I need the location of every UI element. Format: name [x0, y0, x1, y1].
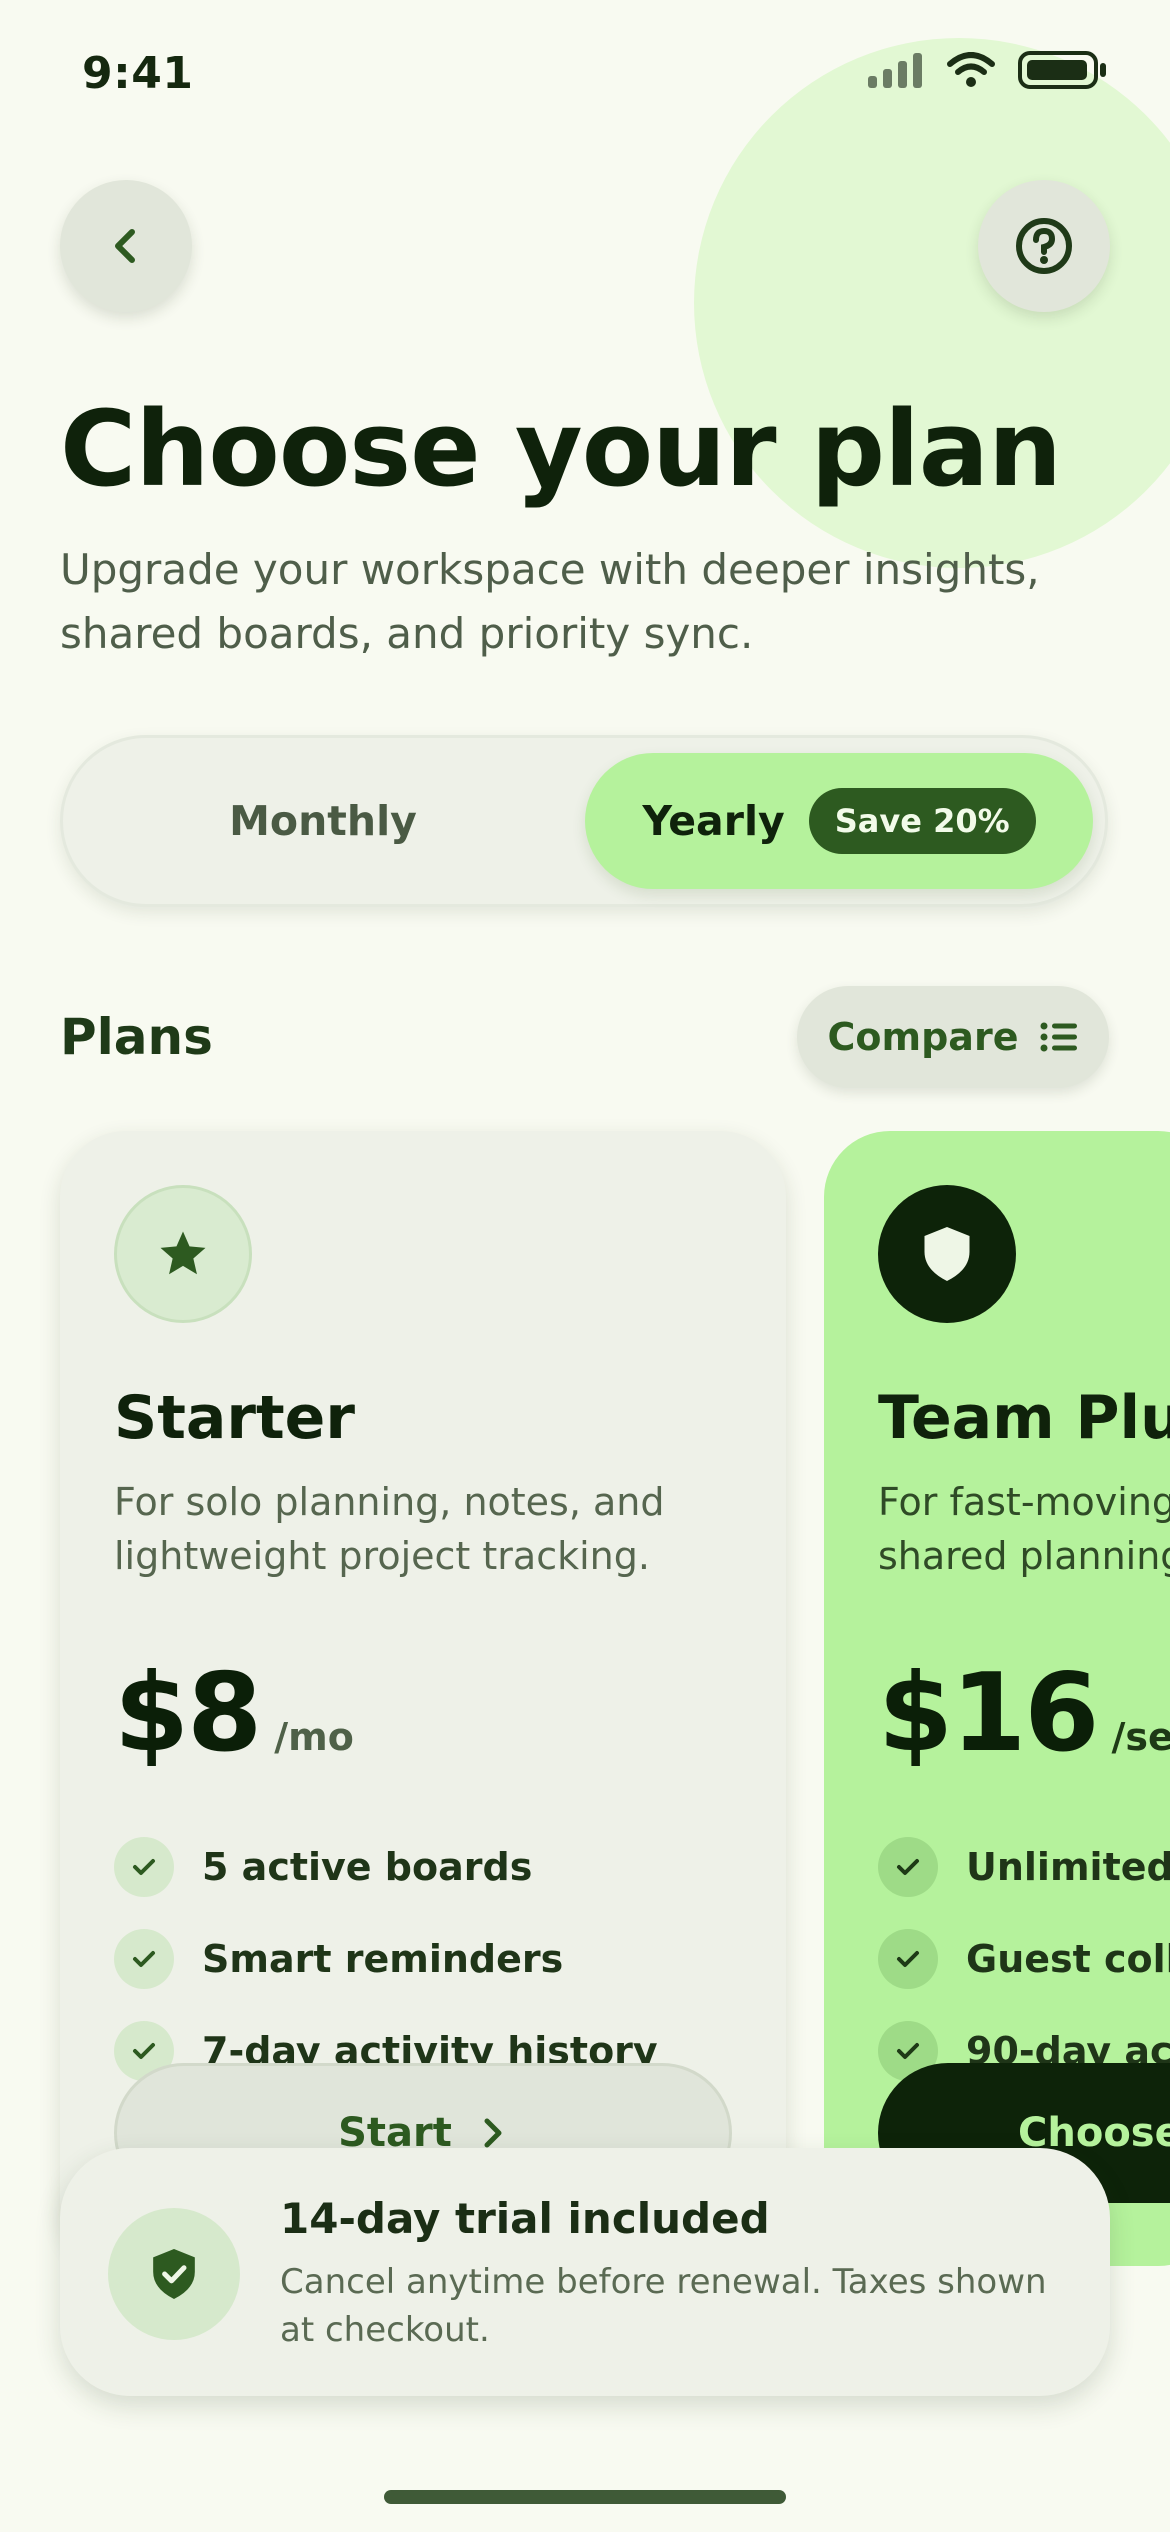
feature-text: 5 active boards — [202, 1845, 533, 1889]
page-title: Choose your plan — [60, 388, 1062, 510]
signal-icon — [868, 53, 922, 88]
plan-description-line: shared planning a — [878, 1534, 1170, 1578]
chevron-left-icon — [115, 229, 135, 263]
compare-button[interactable]: Compare — [797, 986, 1109, 1088]
plan-description-line: For fast-moving t — [878, 1480, 1170, 1524]
help-icon — [1016, 218, 1072, 274]
feature-item: Guest collab — [878, 1913, 1170, 2005]
status-time: 9:41 — [82, 48, 194, 99]
feature-item: 5 active boards — [114, 1821, 658, 1913]
shield-icon-badge — [878, 1185, 1016, 1323]
feature-item: Unlimited b — [878, 1821, 1170, 1913]
price-amount: $16 — [878, 1651, 1099, 1776]
status-icons — [868, 50, 1108, 90]
feature-item: Smart reminders — [114, 1913, 658, 2005]
trial-banner: 14-day trial included Cancel anytime bef… — [60, 2148, 1110, 2396]
billing-toggle: Monthly Yearly Save 20% — [60, 735, 1108, 907]
toggle-monthly-label: Monthly — [229, 797, 417, 845]
price-unit: /seat — [1111, 1715, 1170, 1759]
plan-description-line: lightweight project tracking. — [114, 1534, 650, 1578]
price-unit: /mo — [274, 1715, 354, 1759]
back-button[interactable] — [60, 180, 192, 312]
plan-description: For fast-moving t shared planning a — [878, 1475, 1170, 1583]
plan-price: $16 /seat — [878, 1651, 1170, 1776]
check-icon — [114, 1929, 174, 1989]
plan-name: Starter — [114, 1383, 355, 1453]
status-bar: 9:41 — [0, 0, 1170, 150]
price-amount: $8 — [114, 1651, 262, 1776]
trial-text: Cancel anytime before renewal. Taxes sho… — [280, 2262, 1047, 2350]
battery-icon — [1018, 51, 1106, 89]
save-badge: Save 20% — [808, 788, 1036, 854]
check-icon — [878, 1837, 938, 1897]
list-icon — [1040, 1022, 1078, 1052]
plan-card-team-plus[interactable]: Team Plus For fast-moving t shared plann… — [824, 1131, 1170, 2266]
home-indicator[interactable] — [384, 2490, 786, 2504]
feature-text: Smart reminders — [202, 1937, 564, 1981]
star-icon — [160, 1231, 206, 1275]
feature-text: Guest collab — [966, 1937, 1170, 1981]
shield-check-icon-badge — [108, 2208, 240, 2340]
shield-check-icon — [153, 2249, 195, 2299]
toggle-monthly[interactable]: Monthly — [78, 753, 568, 889]
page-subtitle: Upgrade your workspace with deeper insig… — [60, 545, 1040, 658]
feature-text: Unlimited b — [966, 1845, 1170, 1889]
star-icon-badge — [114, 1185, 252, 1323]
plan-description: For solo planning, notes, and lightweigh… — [114, 1475, 714, 1583]
trial-title: 14-day trial included — [280, 2194, 770, 2243]
chevron-right-icon — [484, 2118, 502, 2148]
toggle-yearly[interactable]: Yearly Save 20% — [585, 753, 1093, 889]
plan-card-starter[interactable]: Starter For solo planning, notes, and li… — [60, 1131, 786, 2266]
plans-section-title: Plans — [60, 1008, 213, 1066]
plan-name: Team Plus — [878, 1383, 1170, 1453]
help-button[interactable] — [978, 180, 1110, 312]
plan-price: $8 /mo — [114, 1651, 354, 1776]
plan-description-line: For solo planning, notes, and — [114, 1480, 665, 1524]
toggle-yearly-label: Yearly — [642, 797, 785, 845]
wifi-icon — [947, 52, 995, 87]
compare-label: Compare — [827, 1015, 1019, 1059]
shield-icon — [924, 1227, 970, 1281]
feature-list: Unlimited b Guest collab 90-day activ — [878, 1821, 1170, 2097]
check-icon — [878, 1929, 938, 1989]
feature-list: 5 active boards Smart reminders 7-day ac… — [114, 1821, 658, 2097]
check-icon — [114, 1837, 174, 1897]
